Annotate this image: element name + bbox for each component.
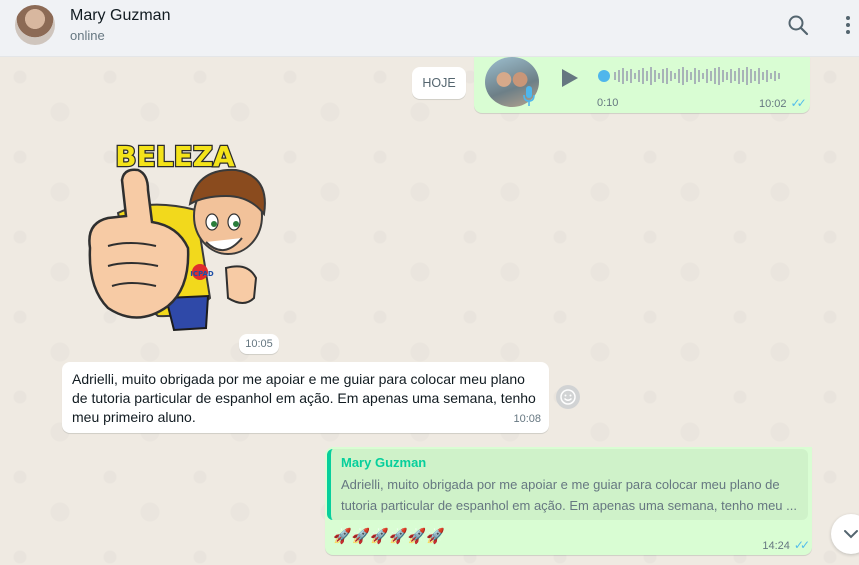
play-icon[interactable] — [558, 67, 580, 89]
sticker-title: BELEZA — [115, 140, 235, 173]
microphone-icon — [523, 86, 535, 106]
audio-duration: 0:10 — [597, 97, 619, 109]
smiley-icon — [560, 389, 576, 405]
sticker-time: 10:05 — [239, 334, 279, 354]
message-line: Adrielli, muito obrigada por me apoiar e… — [72, 371, 525, 387]
reply-message[interactable]: Mary Guzman Adrielli, muito obrigada por… — [325, 447, 812, 555]
quoted-text-line: Adrielli, muito obrigada por me apoiar e… — [341, 477, 780, 492]
message-time: 10:02 — [759, 98, 787, 110]
emoji-reaction-button[interactable] — [556, 385, 580, 409]
message-meta: 14:24 ✓✓ — [762, 538, 810, 552]
message-meta: 10:02 ✓✓ — [759, 96, 807, 110]
reply-text: 🚀🚀🚀🚀🚀🚀 — [333, 528, 446, 545]
audio-waveform[interactable] — [598, 65, 790, 87]
read-ticks-icon: ✓✓ — [793, 538, 810, 552]
sticker-badge: ICPAD — [190, 270, 214, 278]
date-divider: HOJE — [412, 67, 466, 99]
read-ticks-icon: ✓✓ — [790, 96, 807, 110]
chevron-down-icon — [844, 530, 858, 539]
message-line: meu primeiro aluno. — [72, 409, 196, 425]
quoted-text-line: tutoria particular de espanhol em ação. … — [341, 498, 797, 513]
beleza-sticker[interactable]: BELEZA ICPAD — [78, 138, 273, 333]
menu-icon[interactable] — [836, 13, 859, 37]
contact-name[interactable]: Mary Guzman — [70, 7, 170, 25]
contact-avatar[interactable] — [15, 5, 55, 45]
message-time: 10:08 — [513, 413, 541, 425]
quoted-author: Mary Guzman — [341, 455, 427, 470]
chat-header: Mary Guzman online — [0, 0, 859, 57]
audio-message[interactable]: 0:10 10:02 ✓✓ — [474, 57, 810, 113]
quoted-message[interactable]: Mary Guzman Adrielli, muito obrigada por… — [327, 449, 808, 520]
message-line: de tutoria particular de espanhol em açã… — [72, 390, 536, 406]
search-icon[interactable] — [786, 13, 810, 37]
message-time: 14:24 — [762, 540, 790, 552]
contact-status: online — [70, 28, 105, 43]
incoming-message[interactable]: Adrielli, muito obrigada por me apoiar e… — [62, 362, 549, 433]
